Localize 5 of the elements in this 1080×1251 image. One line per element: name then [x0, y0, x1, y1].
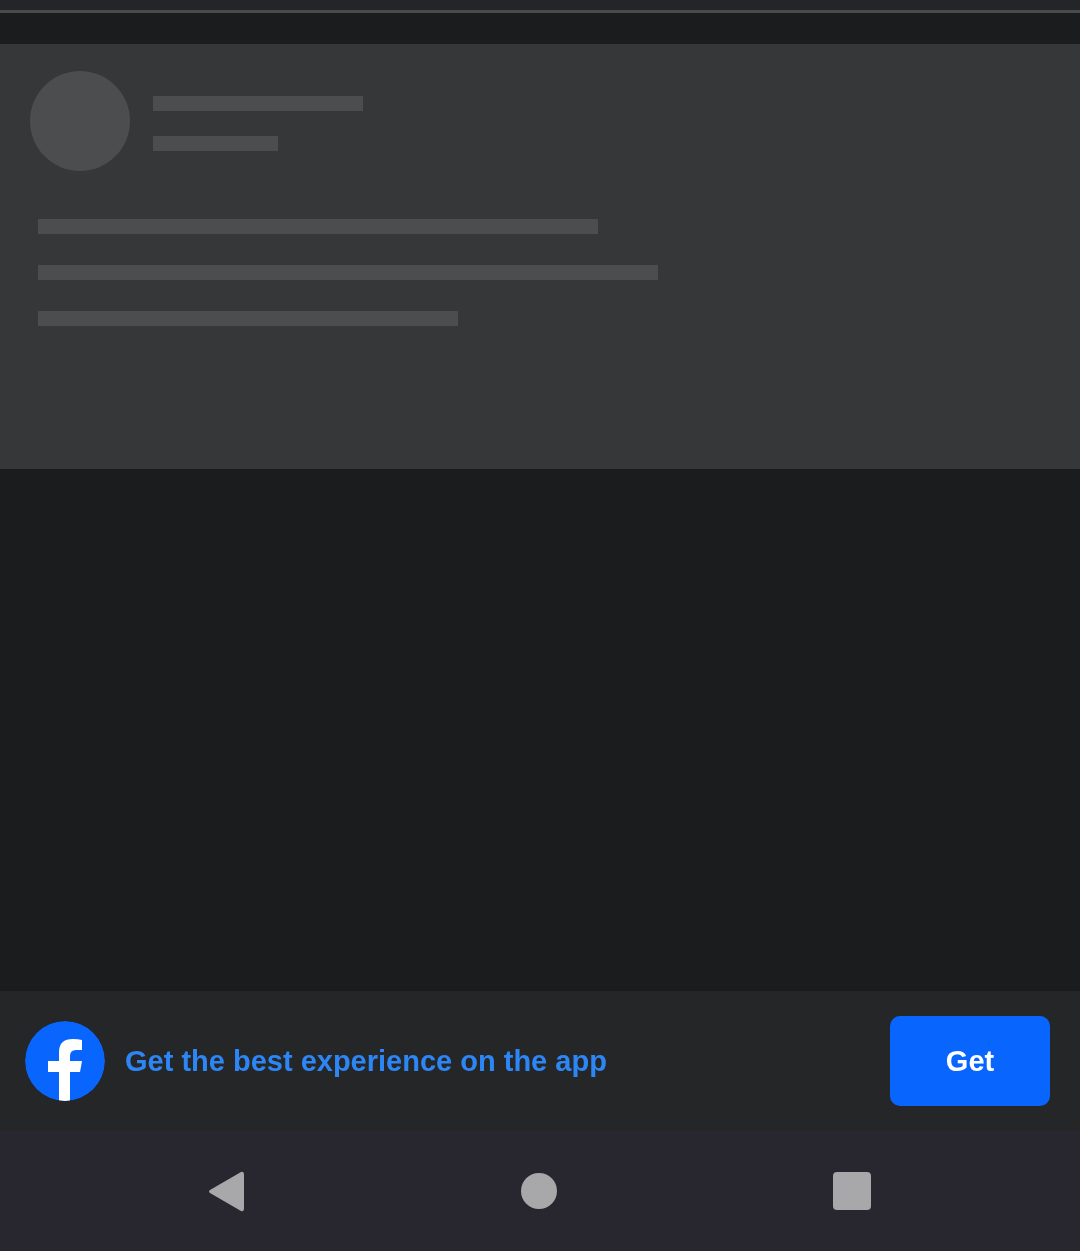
get-button[interactable]: Get	[890, 1016, 1050, 1106]
home-icon[interactable]	[520, 1173, 557, 1209]
logo-icon	[25, 1021, 105, 1101]
back-icon[interactable]	[208, 1170, 244, 1212]
banner-text: Get the best experience on the app	[125, 1044, 608, 1078]
